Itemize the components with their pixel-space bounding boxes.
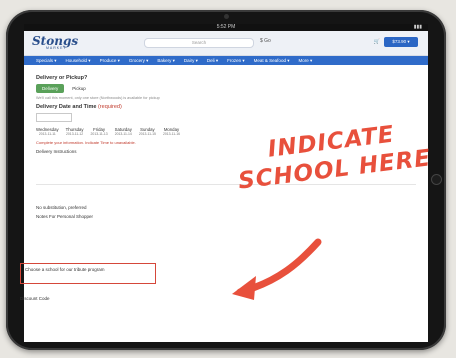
annotation-arrow-icon <box>232 238 322 300</box>
